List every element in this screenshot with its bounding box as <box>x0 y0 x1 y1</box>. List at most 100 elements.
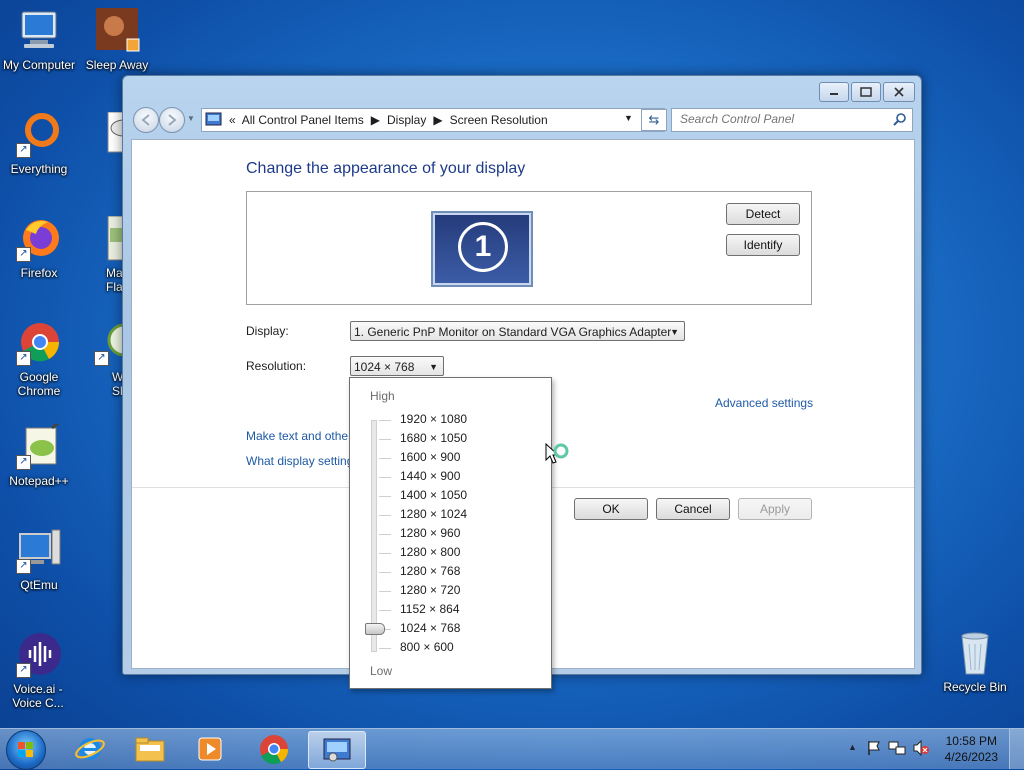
resolution-option[interactable]: 1280 × 800 <box>400 545 460 559</box>
search-input[interactable] <box>672 109 885 129</box>
breadcrumb-separator-icon[interactable]: ▶ <box>433 113 442 127</box>
desktop-icon-voice-ai[interactable]: ↗ Voice.ai - Voice C... <box>0 632 78 710</box>
address-dropdown-icon[interactable]: ▼ <box>624 113 633 123</box>
resolution-option[interactable]: 1400 × 1050 <box>400 488 467 502</box>
taskbar-media-player[interactable] <box>182 731 238 767</box>
clock[interactable]: 10:58 PM 4/26/2023 <box>945 733 998 765</box>
desktop-icon-everything[interactable]: ↗ Everything <box>0 112 78 176</box>
refresh-icon: ⇆ <box>648 112 660 127</box>
desktop-icon-label: Voice.ai - Voice C... <box>12 682 64 710</box>
slider-ticks <box>379 420 399 650</box>
resolution-select[interactable]: 1024 × 768 ▼ <box>350 356 444 376</box>
resolution-option-selected[interactable]: 1024 × 768 <box>400 621 460 635</box>
display-select[interactable]: 1. Generic PnP Monitor on Standard VGA G… <box>350 321 685 341</box>
resolution-option[interactable]: 1280 × 720 <box>400 583 460 597</box>
taskbar-google-chrome[interactable] <box>246 731 302 767</box>
address-bar[interactable]: « All Control Panel Items ▶ Display ▶ Sc… <box>201 108 665 132</box>
taskbar-internet-explorer[interactable] <box>62 731 118 767</box>
internet-explorer-icon <box>75 738 105 760</box>
cancel-button[interactable]: Cancel <box>656 498 730 520</box>
resolution-slider-thumb[interactable] <box>365 623 385 635</box>
resolution-option[interactable]: 1600 × 900 <box>400 450 460 464</box>
advanced-settings-link[interactable]: Advanced settings <box>715 396 944 410</box>
shortcut-arrow-icon: ↗ <box>94 351 109 366</box>
breadcrumb-all-control-panel-items[interactable]: All Control Panel Items <box>242 113 364 127</box>
chevron-down-icon: ▼ <box>429 362 438 372</box>
overflow-chevron-icon[interactable]: « <box>229 113 236 127</box>
desktop-icon-recycle-bin[interactable]: Recycle Bin <box>936 630 1014 694</box>
desktop-icon-firefox[interactable]: ↗ Firefox <box>0 216 78 280</box>
recent-pages-chevron-icon[interactable]: ▼ <box>187 114 195 123</box>
desktop-icon-label: My Computer <box>2 58 76 72</box>
refresh-button[interactable]: ⇆ <box>641 109 667 131</box>
monitor-number: 1 <box>458 222 508 272</box>
resolution-option[interactable]: 1680 × 1050 <box>400 431 467 445</box>
maximize-icon <box>860 87 872 97</box>
resolution-option[interactable]: 1280 × 1024 <box>400 507 467 521</box>
resolution-slider-track[interactable] <box>371 420 377 652</box>
slider-tick <box>379 458 391 459</box>
desktop-icon-label: Notepad++ <box>9 474 69 488</box>
identify-button[interactable]: Identify <box>726 234 800 256</box>
taskbar: ▲ 10:58 PM 4/26/2023 <box>0 728 1024 770</box>
show-hidden-icons-chevron-icon[interactable]: ▲ <box>848 742 857 752</box>
slider-tick <box>379 439 391 440</box>
shortcut-arrow-icon: ↗ <box>16 663 31 678</box>
search-icon[interactable] <box>893 113 907 127</box>
desktop-icon-qtemu[interactable]: ↗ QtEmu <box>0 528 78 592</box>
qtemu-icon: ↗ <box>16 528 62 574</box>
ok-button[interactable]: OK <box>574 498 648 520</box>
shortcut-arrow-icon: ↗ <box>16 455 31 470</box>
resolution-option[interactable]: 1152 × 864 <box>400 602 460 616</box>
breadcrumb-separator-icon[interactable]: ▶ <box>371 113 380 127</box>
apply-button[interactable]: Apply <box>738 498 812 520</box>
shortcut-arrow-icon: ↗ <box>16 143 31 158</box>
low-label: Low <box>370 664 393 678</box>
desktop-icon-label: Sleep Away <box>85 58 149 72</box>
minimize-icon <box>830 93 838 95</box>
minimize-button[interactable] <box>819 82 849 102</box>
desktop-icon-label: QtEmu <box>20 578 58 592</box>
desktop-icon-google-chrome[interactable]: ↗ Google Chrome <box>0 320 78 398</box>
text-size-link[interactable]: Make text and other <box>246 429 352 443</box>
display-label: Display: <box>246 324 289 338</box>
control-panel-icon <box>205 112 222 126</box>
show-desktop-button[interactable] <box>1009 729 1024 769</box>
taskbar-file-explorer[interactable] <box>122 731 178 767</box>
maximize-button[interactable] <box>851 82 881 102</box>
everything-search-icon: ↗ <box>16 112 62 158</box>
recycle-bin-icon <box>952 630 998 676</box>
windows-logo-icon <box>18 742 33 757</box>
slider-tick <box>379 648 391 649</box>
computer-icon <box>16 8 62 54</box>
monitor-1-icon[interactable]: 1 <box>431 211 533 287</box>
desktop-icon-my-computer[interactable]: My Computer <box>0 8 78 72</box>
action-center-flag-icon[interactable] <box>866 740 882 756</box>
start-button[interactable] <box>6 730 46 770</box>
voice-ai-icon: ↗ <box>16 632 62 678</box>
shortcut-arrow-icon: ↗ <box>16 559 31 574</box>
slider-tick <box>379 496 391 497</box>
desktop-icon-sleep-away[interactable]: Sleep Away <box>78 8 156 72</box>
resolution-option[interactable]: 1440 × 900 <box>400 469 460 483</box>
resolution-option[interactable]: 800 × 600 <box>400 640 454 654</box>
desktop-icon-notepad-plus-plus[interactable]: ↗ Notepad++ <box>0 418 78 488</box>
back-button[interactable] <box>133 107 159 133</box>
media-file-icon <box>94 8 140 54</box>
forward-button[interactable] <box>159 107 185 133</box>
breadcrumb-display[interactable]: Display <box>387 113 426 127</box>
resolution-option[interactable]: 1920 × 1080 <box>400 412 467 426</box>
volume-muted-icon[interactable] <box>912 740 930 756</box>
resolution-option[interactable]: 1280 × 960 <box>400 526 460 540</box>
slider-tick <box>379 591 391 592</box>
breadcrumb-screen-resolution[interactable]: Screen Resolution <box>450 113 548 127</box>
display-settings-help-link[interactable]: What display setting <box>246 454 353 468</box>
close-button[interactable] <box>883 82 915 102</box>
resolution-slider-dropdown: High 1920 × 1080 1680 × 1050 1600 × 900 … <box>349 377 552 689</box>
resolution-option[interactable]: 1280 × 768 <box>400 564 460 578</box>
taskbar-control-panel[interactable] <box>308 731 366 769</box>
detect-button[interactable]: Detect <box>726 203 800 225</box>
slider-tick <box>379 572 391 573</box>
search-box[interactable] <box>671 108 913 132</box>
network-icon[interactable] <box>888 740 906 756</box>
